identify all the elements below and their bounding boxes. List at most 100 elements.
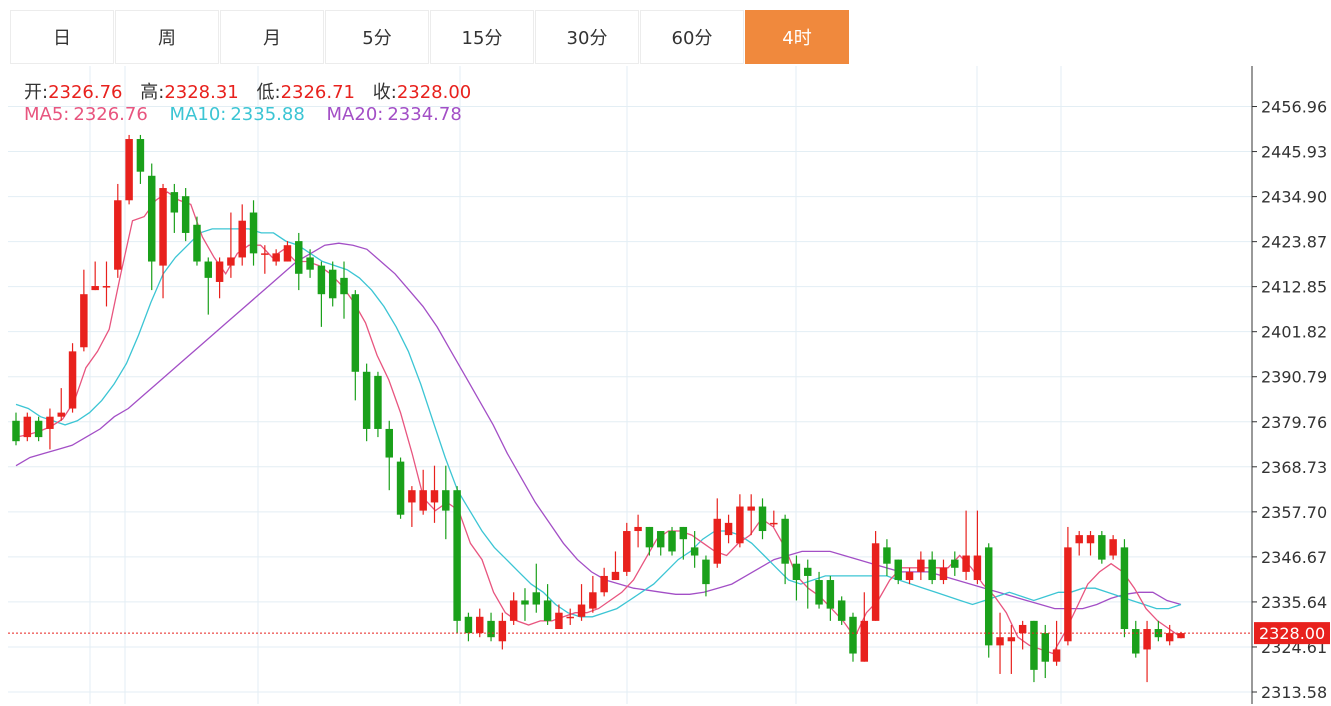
candle-body [114,200,122,270]
candle-body [396,461,405,515]
candle [136,134,145,184]
candle [80,269,88,352]
ma5-label: MA5: [24,104,70,125]
candle [1018,620,1027,650]
candle [170,183,179,233]
candle-body [34,420,43,438]
candle-body [317,265,326,295]
candle-body [181,196,190,233]
candle-body [781,518,789,564]
candle-body [261,253,269,255]
candle-body [826,580,835,609]
candles [12,134,1185,683]
candle-body [125,139,133,201]
candle-body [249,212,258,254]
candle-body [770,522,778,525]
candle [1132,620,1140,658]
candle-body [498,620,507,642]
candle-body [272,253,280,262]
candle [724,514,733,544]
candle-body [792,563,801,581]
candle-body [1064,547,1072,642]
candle [114,183,122,278]
candle-body [917,559,925,572]
candle-body [713,518,721,564]
candle-body [758,506,767,532]
candle [34,416,43,442]
candle-body [215,261,224,282]
candle [498,612,507,650]
candle-body [283,245,292,262]
candle-body [1007,637,1016,642]
candle [385,420,393,491]
candle [634,514,642,548]
candle [939,559,948,585]
candle [860,592,869,662]
candle-body [521,600,529,605]
candle [589,575,597,613]
ma20-line [15,242,1182,610]
candle [306,249,314,278]
close-label: 收: [372,82,397,103]
candle-body [815,580,823,605]
candle-body [1086,535,1095,544]
candle-body [430,490,439,503]
price-axis: 2456.96 2445.93 2434.90 2423.87 2412.85 2401.… [8,66,1330,704]
candle [295,232,303,291]
ma20-value: 2334.78 [387,104,462,125]
candle-body [442,490,450,511]
candle-body [295,241,303,274]
candle-body [623,531,631,572]
candle-body [656,531,665,548]
candle [215,257,224,299]
candle-body [1143,629,1151,650]
y-tick-label: 2335.64 [1261,593,1327,612]
y-tick-label: 2357.70 [1261,503,1327,522]
low-label: 低: [256,82,281,103]
candle-body [408,490,416,503]
candle [91,261,99,291]
candle-body [204,261,213,278]
candle [317,261,326,327]
candle [792,555,801,601]
candle-body [894,559,902,581]
candle-body [939,567,948,581]
candle [577,584,586,621]
moving-average-lines [15,191,1182,655]
ma-legend: MA5: 2326.76 MA10: 2335.88 MA20: 2334.78 [24,104,462,125]
candle-body [340,277,348,295]
candle [623,522,631,576]
candle-body [702,559,710,585]
candle-body [600,575,608,593]
candle-body [577,604,586,617]
open-value: 2326.76 [48,82,123,103]
candle [204,257,213,315]
high-value: 2328.31 [164,82,239,103]
candle [826,575,835,621]
candle [57,388,65,421]
candle [487,612,495,642]
candle [1086,531,1095,556]
candle-body [1018,624,1027,634]
candle [181,188,190,242]
candle [1098,531,1106,564]
candle-body [1177,633,1185,639]
candle-body [351,294,360,372]
candle-body [1075,535,1083,544]
candle-body [1052,649,1061,662]
candle-body [668,531,676,552]
candle-body [984,547,993,646]
candle-body [1041,633,1050,662]
y-tick-label: 2434.90 [1261,188,1327,207]
candle-body [871,543,880,621]
candle-body [193,224,201,262]
candle [193,216,201,266]
candle [690,531,699,568]
current-price-label: 2328.00 [1259,624,1325,643]
candle [883,539,891,576]
y-tick-label: 2390.79 [1261,368,1327,387]
candle [147,163,156,291]
candle [1143,620,1151,683]
candle [871,531,880,621]
y-tick-label: 2313.58 [1261,683,1327,702]
